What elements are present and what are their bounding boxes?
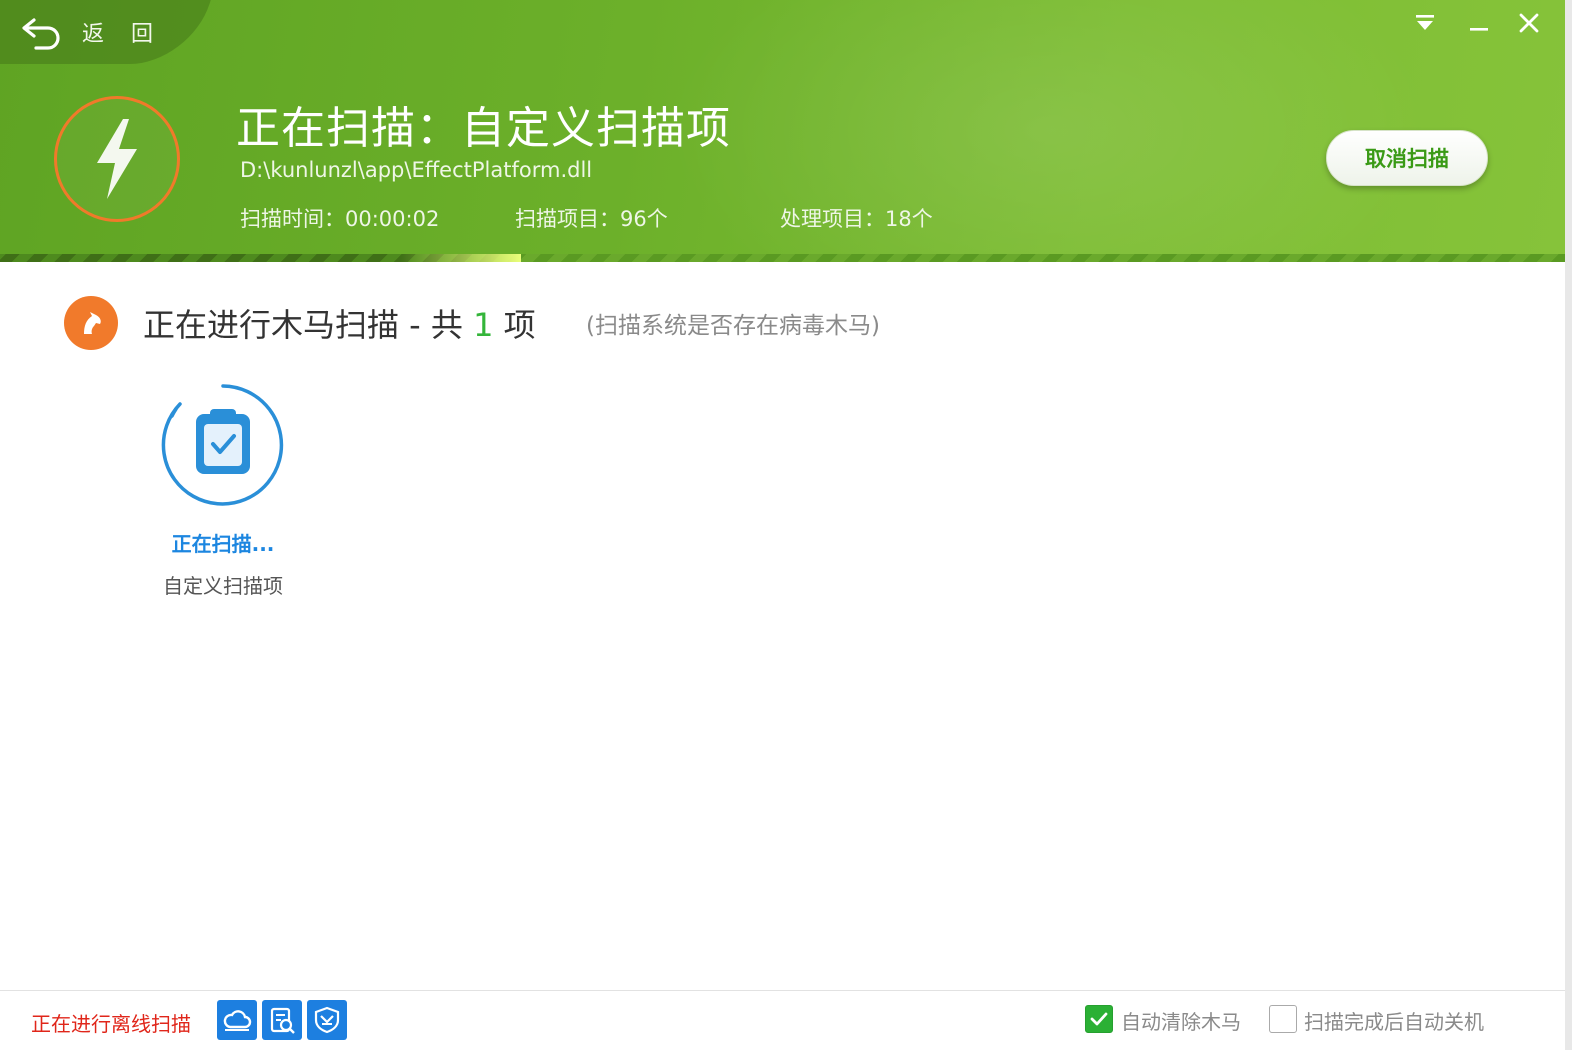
- lightning-bolt-icon: [97, 119, 137, 199]
- trojan-scan-icon: [64, 296, 118, 350]
- shield-engine-mode[interactable]: [307, 1000, 347, 1040]
- cloud-scan-icon: [223, 1010, 252, 1031]
- auto-shutdown-checkbox[interactable]: [1269, 1005, 1297, 1033]
- clipboard-check-icon: [161, 384, 284, 506]
- engine-scan-mode[interactable]: [262, 1000, 302, 1040]
- scan-item-status: 正在扫描...: [171, 532, 275, 556]
- scan-item-custom[interactable]: [160, 382, 286, 508]
- close-icon: [1519, 13, 1539, 33]
- shield-engine-icon: [314, 1006, 340, 1034]
- scanned-items-count: 扫描项目：96个: [515, 207, 668, 231]
- scan-item-name: 自定义扫描项: [163, 574, 283, 598]
- scan-title: 正在扫描：自定义扫描项: [236, 103, 731, 154]
- checkmark-icon: [1090, 1012, 1108, 1026]
- engine-scan-icon: [270, 1007, 295, 1034]
- close-button[interactable]: [1512, 8, 1546, 38]
- menu-dropdown-button[interactable]: [1408, 8, 1442, 38]
- minimize-button[interactable]: [1462, 8, 1496, 38]
- section-title-prefix: 正在进行木马扫描 - 共: [143, 306, 474, 344]
- horse-head-icon: [84, 312, 101, 334]
- section-title-suffix: 项: [493, 306, 536, 344]
- section-title: 正在进行木马扫描 - 共 1 项: [143, 300, 536, 346]
- cancel-scan-button[interactable]: 取消扫描: [1326, 130, 1488, 186]
- cloud-scan-mode[interactable]: [217, 1000, 257, 1040]
- auto-shutdown-label[interactable]: 扫描完成后自动关机: [1304, 1006, 1484, 1035]
- current-file-path: D:\kunlunzl\app\EffectPlatform.dll: [240, 158, 593, 182]
- offline-scan-status: 正在进行离线扫描: [31, 1012, 191, 1036]
- processed-items-count: 处理项目：18个: [780, 207, 933, 231]
- scan-progress-tip: [401, 254, 522, 262]
- scan-header: 返 回 正在扫描：自定义扫描项 D:\kunlunzl\app\EffectPl…: [0, 0, 1565, 262]
- window-right-edge: [1565, 0, 1572, 1050]
- auto-clean-checkbox[interactable]: [1085, 1005, 1113, 1033]
- section-subtitle: (扫描系统是否存在病毒木马): [586, 313, 880, 339]
- scan-status-ring: [54, 96, 180, 222]
- back-button[interactable]: 返 回: [20, 12, 163, 52]
- auto-clean-label[interactable]: 自动清除木马: [1121, 1006, 1241, 1035]
- scan-progress-bar: [0, 254, 1565, 262]
- footer-divider: [0, 990, 1565, 991]
- scan-time: 扫描时间：00:00:02: [240, 207, 440, 231]
- back-label: 返 回: [82, 22, 163, 47]
- section-item-count: 1: [473, 306, 494, 344]
- back-arrow-icon: [22, 18, 60, 50]
- dropdown-menu-icon: [1416, 15, 1434, 30]
- minimize-icon: [1470, 28, 1488, 31]
